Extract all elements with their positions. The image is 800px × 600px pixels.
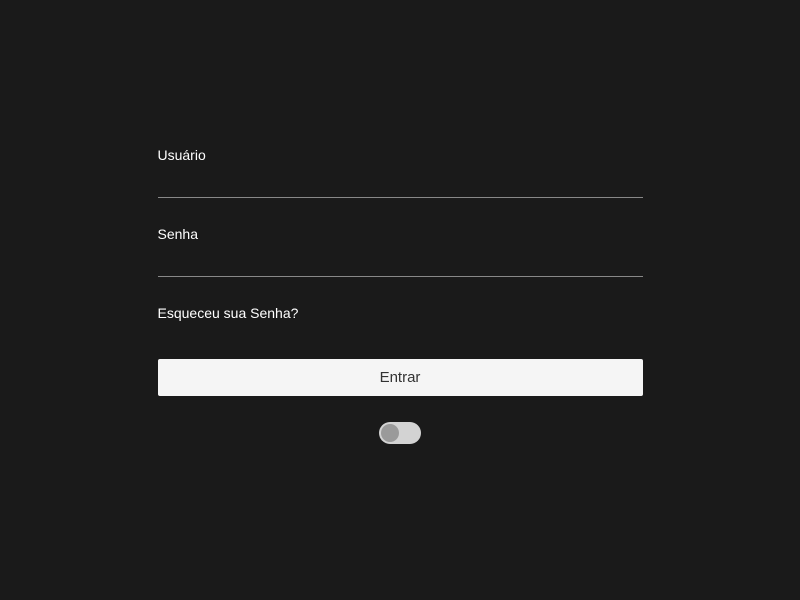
- password-field-group: Senha: [158, 226, 643, 277]
- toggle-container: [158, 422, 643, 444]
- toggle-knob: [381, 424, 399, 442]
- username-label: Usuário: [158, 147, 643, 163]
- forgot-password-link[interactable]: Esqueceu sua Senha?: [158, 305, 643, 321]
- login-form: Usuário Senha Esqueceu sua Senha? Entrar: [158, 147, 643, 444]
- password-label: Senha: [158, 226, 643, 242]
- submit-button[interactable]: Entrar: [158, 359, 643, 396]
- username-input[interactable]: [158, 169, 643, 198]
- username-field-group: Usuário: [158, 147, 643, 198]
- theme-toggle[interactable]: [379, 422, 421, 444]
- password-input[interactable]: [158, 248, 643, 277]
